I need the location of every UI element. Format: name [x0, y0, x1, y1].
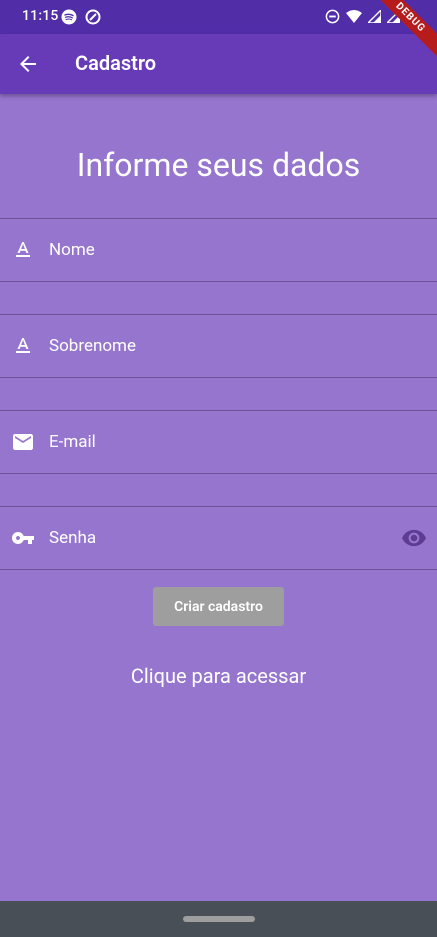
form-heading: Informe seus dados — [76, 146, 361, 184]
visibility-icon[interactable] — [401, 525, 427, 551]
app-icon — [85, 9, 101, 25]
signal-icon — [368, 10, 381, 23]
password-field-label: Senha — [49, 528, 97, 548]
login-link[interactable]: Clique para acessar — [0, 664, 437, 688]
status-time: 11:15 — [22, 8, 59, 24]
wifi-icon — [346, 9, 362, 23]
surname-field-label: Sobrenome — [49, 336, 136, 356]
surname-field[interactable]: Sobrenome — [0, 314, 437, 378]
password-field[interactable]: Senha — [0, 506, 437, 570]
arrow-back-icon[interactable] — [16, 52, 40, 76]
page-title: Cadastro — [75, 51, 157, 75]
email-field-label: E-mail — [49, 432, 96, 452]
text-format-icon — [16, 338, 30, 353]
status-bar: 11:15 — [0, 0, 437, 34]
key-icon — [12, 532, 34, 544]
email-field[interactable]: E-mail — [0, 410, 437, 474]
mail-icon — [13, 434, 33, 450]
spotify-icon — [61, 9, 77, 25]
home-gesture-handle[interactable] — [182, 916, 255, 922]
app-bar: Cadastro — [0, 34, 437, 94]
screen: 11:15 DEBUG Cadastro Informe seus dados … — [0, 0, 437, 937]
create-account-button[interactable]: Criar cadastro — [153, 587, 284, 626]
name-field[interactable]: Nome — [0, 218, 437, 282]
text-format-icon — [16, 242, 30, 257]
name-field-label: Nome — [49, 240, 95, 260]
navigation-bar — [0, 901, 437, 937]
do-not-disturb-icon — [325, 9, 340, 24]
status-left-icons — [61, 9, 101, 25]
